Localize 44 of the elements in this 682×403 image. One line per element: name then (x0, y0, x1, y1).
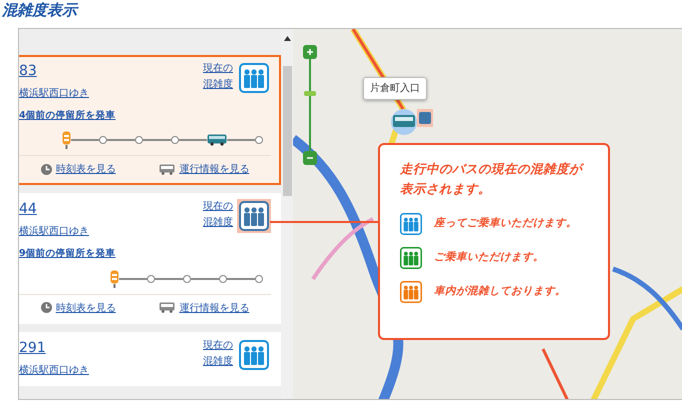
destination-link[interactable]: 横浜駅西口ゆき (19, 362, 89, 378)
timetable-link[interactable]: 時刻表を見る (56, 300, 116, 316)
destination-link[interactable]: 横浜駅西口ゆき (19, 224, 89, 240)
railway-line (311, 217, 374, 280)
stop-icon (255, 274, 263, 282)
service-info-link[interactable]: 運行情報を見る (179, 162, 250, 178)
page-title: 混雑度表示 (1, 0, 77, 20)
bus-route-line (542, 348, 570, 399)
bus-card[interactable]: 83 横浜駅西口ゆき 現在の 混雑度 4個前の停留所を発車 時刻表を見る 運行情報を見る (19, 55, 281, 186)
timetable-link[interactable]: 時刻表を見る (56, 162, 116, 178)
scrollbar-thumb[interactable] (282, 66, 292, 196)
clock-icon (40, 300, 52, 316)
zoom-control[interactable] (303, 45, 317, 165)
route-number-link[interactable]: 44 (19, 199, 37, 220)
crowd-level-link[interactable]: 現在の 混雑度 (203, 199, 233, 232)
stop-icon (171, 136, 179, 144)
stop-marker-icon (62, 131, 71, 150)
route-number-link[interactable]: 83 (19, 61, 37, 82)
stop-icon (255, 136, 263, 144)
bus-icon (159, 300, 176, 316)
stop-icon (147, 274, 155, 282)
bus-card[interactable]: 291 横浜駅西口ゆき 現在の 混雑度 (19, 332, 281, 386)
bus-icon (207, 132, 227, 148)
crowd-level-link[interactable]: 現在の 混雑度 (203, 61, 233, 93)
bus-marker-icon[interactable] (391, 109, 433, 135)
status-link[interactable]: 4個前の停留所を発車 (19, 109, 271, 124)
service-info-link[interactable]: 運行情報を見る (179, 300, 250, 316)
legend-text: 車内が混雑しております。 (434, 284, 566, 300)
bus-stop-popup: 片倉町入口 (363, 77, 427, 100)
legend-text: 座ってご乗車いただけます。 (434, 216, 577, 232)
legend-text: ご乗車いただけます。 (434, 250, 544, 266)
callout-description: 走行中のバスの現在の混雑度が表示されます。 (400, 160, 585, 198)
bus-card[interactable]: 44 横浜駅西口ゆき 現在の 混雑度 9個前の停留所を発車 時刻表を見る 運行情報を見る (19, 193, 281, 324)
destination-link[interactable]: 横浜駅西口ゆき (19, 86, 89, 101)
clock-icon (40, 162, 52, 178)
stop-marker-icon (110, 270, 119, 288)
stop-icon (219, 274, 227, 282)
stop-icon (183, 274, 191, 282)
route-number-link[interactable]: 291 (19, 338, 46, 358)
stop-icon (99, 136, 107, 144)
status-link[interactable]: 9個前の停留所を発車 (19, 247, 271, 262)
crowd-level-link[interactable]: 現在の 混雑度 (203, 338, 233, 370)
stop-icon (135, 136, 143, 144)
bus-icon (159, 162, 176, 178)
